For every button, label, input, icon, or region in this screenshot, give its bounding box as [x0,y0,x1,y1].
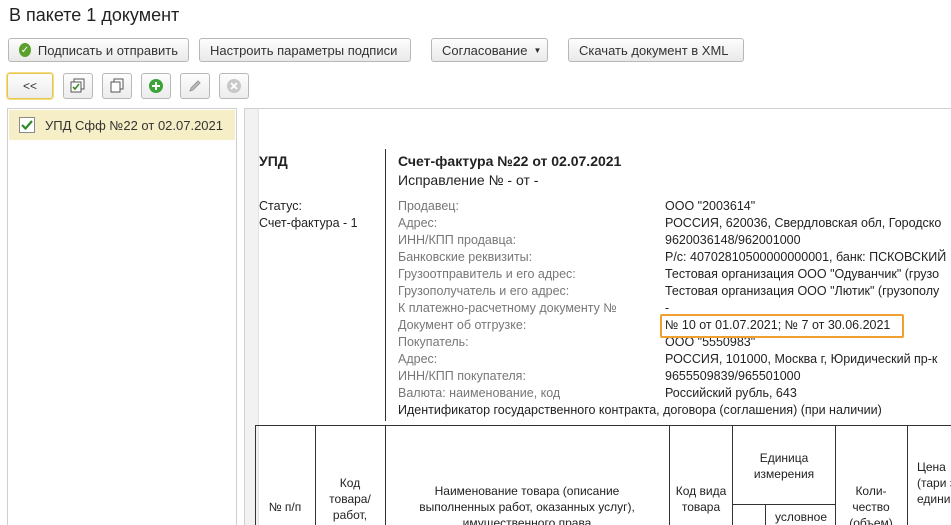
back-button[interactable]: << [7,73,53,99]
field-label: Покупатель: [398,335,469,349]
field-label: Грузополучатель и его адрес: [398,284,570,298]
document-list: УПД Сфф №22 от 02.07.2021 [7,108,237,525]
table-col-border [669,425,670,525]
col-header-price: Цена (тари за едини [917,460,951,506]
correction-line: Исправление № - от - [398,172,539,188]
field-value: 9655509839/965501000 [665,369,801,383]
checkmark-icon [21,120,33,131]
document-preview[interactable]: УПД Статус: Счет-фактура - 1 Счет-фактур… [244,108,951,525]
col-header-qty: Коли- чество (объем) [849,484,893,525]
field-value: ООО "2003614" [665,199,756,213]
copy-button[interactable] [102,73,132,99]
highlight-box [660,314,904,338]
field-value: РОССИЯ, 620036, Свердловская обл, Городс… [665,216,942,230]
grey-cross-circle-icon [227,79,241,93]
table-col-border [315,425,316,525]
window-title: В пакете 1 документ [9,5,180,25]
signature-settings-label: Настроить параметры подписи [210,42,398,58]
green-check-circle-icon: ✓ [19,43,31,57]
col-header-unit: Единица измерения [753,451,815,481]
field-label: Адрес: [398,216,438,230]
list-item-document[interactable]: УПД Сфф №22 от 02.07.2021 [9,110,235,140]
status-label: Статус: [259,199,302,213]
field-label: ИНН/КПП продавца: [398,233,517,247]
field-label: Адрес: [398,352,438,366]
doc-type: УПД [259,153,288,169]
field-value: - [665,301,670,315]
field-value: 9620036148/962001000 [665,233,801,247]
col-header-code: Код товара/ работ, [329,476,371,522]
caret-down-icon: ▼ [533,45,542,55]
download-xml-label: Скачать документ в XML [579,42,729,58]
col-header-num: № п/п [268,500,302,514]
download-xml-button[interactable]: Скачать документ в XML [568,38,744,62]
edit-button[interactable] [180,73,210,99]
col-header-kind: Код вида товара [675,484,727,514]
table-col-border [385,425,386,525]
col-header-unit-sub: условное [774,510,828,524]
status-value: Счет-фактура - 1 [259,216,358,230]
contract-id-label: Идентификатор государственного контракта… [398,403,882,417]
sign-and-send-button[interactable]: ✓ Подписать и отправить [8,38,189,62]
vertical-scrollbar[interactable] [245,109,259,525]
divider [385,149,386,421]
table-sub-border [732,504,835,505]
select-all-icon [70,78,85,93]
document-list-label: УПД Сфф №22 от 02.07.2021 [45,117,224,133]
checkbox[interactable] [19,117,35,133]
field-value: Р/с: 40702810500000000001, банк: ПСКОВСК… [665,250,947,264]
table-col-border [835,425,836,525]
field-value: Тестовая организация ООО "Лютик" (грузоп… [665,284,940,298]
green-plus-icon [149,79,163,93]
approval-label: Согласование [442,42,528,58]
field-label: К платежно-расчетному документу № [398,301,617,315]
delete-button[interactable] [219,73,249,99]
approval-dropdown-button[interactable]: Согласование ▼ [431,38,548,62]
field-label: Грузоотправитель и его адрес: [398,267,576,281]
field-label: Продавец: [398,199,459,213]
field-value: РОССИЯ, 101000, Москва г, Юридический пр… [665,352,938,366]
field-label: Банковские реквизиты: [398,250,533,264]
field-label: ИНН/КПП покупателя: [398,369,526,383]
signature-settings-button[interactable]: Настроить параметры подписи [199,38,411,62]
select-all-button[interactable] [63,73,93,99]
field-value: Российский рубль, 643 [665,386,797,400]
add-button[interactable] [141,73,171,99]
table-col-border [732,425,733,525]
field-value: Тестовая организация ООО "Одуванчик" (гр… [665,267,940,281]
col-header-name: Наименование товара (описание выполненны… [419,484,635,525]
invoice-heading: Счет-фактура №22 от 02.07.2021 [398,153,622,169]
pencil-icon [189,80,201,92]
table-col-border [765,504,766,525]
copy-icon [110,78,124,93]
sign-and-send-label: Подписать и отправить [37,42,178,58]
table-col-border [907,425,908,525]
field-label: Валюта: наименование, код [398,386,561,400]
table-top-border [255,425,951,426]
field-label: Документ об отгрузке: [398,318,527,332]
